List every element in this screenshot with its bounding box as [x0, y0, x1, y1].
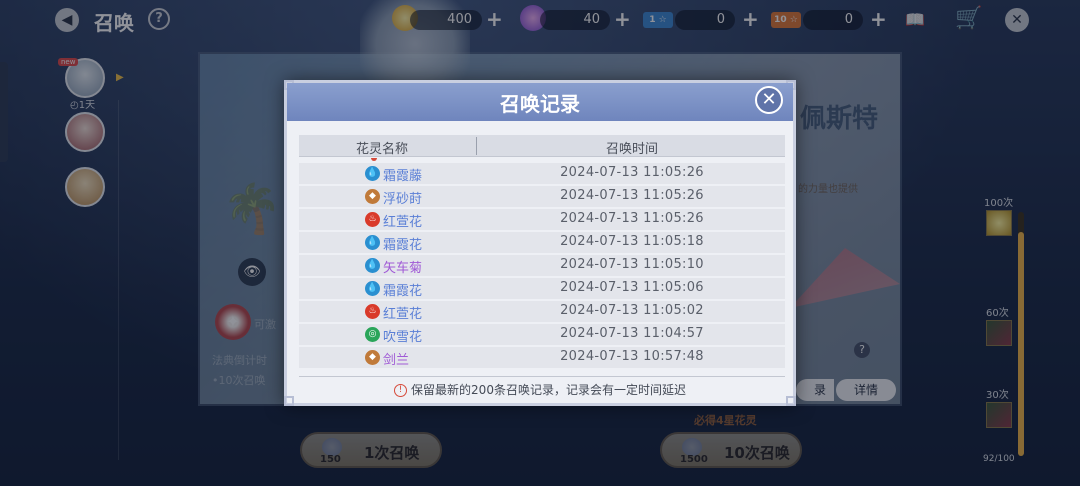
table-row: 💧 霜霞花 2024-07-13 11:05:18 [299, 232, 785, 253]
summon-time: 2024-07-13 11:05:02 [560, 303, 704, 318]
scrolled-row-edge [299, 158, 785, 162]
earth-element-icon: ◆ [365, 189, 380, 204]
table-row: ◎ 吹雪花 2024-07-13 11:04:57 [299, 324, 785, 345]
fire-icon [371, 158, 377, 161]
summon-time: 2024-07-13 11:05:26 [560, 165, 704, 180]
column-header-name: 花灵名称 [355, 142, 408, 157]
table-row: ◆ 剑兰 2024-07-13 10:57:48 [299, 347, 785, 368]
water-element-icon: 💧 [365, 281, 380, 296]
summon-time: 2024-07-13 11:05:10 [560, 257, 704, 272]
footer-divider [299, 376, 785, 377]
dialog-footer: ! 保留最新的200条召唤记录，记录会有一定时间延迟 [287, 381, 793, 398]
flower-name: 矢车菊 [383, 261, 423, 276]
wind-element-icon: ◎ [365, 327, 380, 342]
flower-name: 剑兰 [383, 353, 410, 368]
flower-name: 霜霞藤 [383, 169, 423, 184]
table-header: 花灵名称 召唤时间 [299, 135, 785, 157]
summon-time: 2024-07-13 11:05:06 [560, 280, 704, 295]
water-element-icon: 💧 [365, 258, 380, 273]
flower-name: 吹雪花 [383, 330, 423, 345]
summon-time: 2024-07-13 11:05:26 [560, 188, 704, 203]
table-row: ♨ 红萱花 2024-07-13 11:05:02 [299, 301, 785, 322]
flower-name: 红萱花 [383, 215, 423, 230]
column-header-time: 召唤时间 [605, 142, 658, 157]
warning-icon: ! [394, 384, 408, 397]
table-row: 💧 霜霞藤 2024-07-13 11:05:26 [299, 163, 785, 184]
table-row: ◆ 浮砂莳 2024-07-13 11:05:26 [299, 186, 785, 207]
table-row: 💧 霜霞花 2024-07-13 11:05:06 [299, 278, 785, 299]
dialog-close-icon[interactable]: ✕ [755, 86, 783, 114]
table-row: ♨ 红萱花 2024-07-13 11:05:26 [299, 209, 785, 230]
record-list[interactable]: 💧 霜霞藤 2024-07-13 11:05:26 ◆ 浮砂莳 2024-07-13 11… [299, 163, 785, 370]
summon-time: 2024-07-13 11:04:57 [560, 326, 704, 341]
flower-name: 红萱花 [383, 307, 423, 322]
fire-element-icon: ♨ [365, 212, 380, 227]
fire-element-icon: ♨ [365, 304, 380, 319]
dialog-header: 召唤记录 ✕ [287, 83, 793, 121]
column-divider [476, 137, 477, 155]
summon-record-dialog: 召唤记录 ✕ 花灵名称 召唤时间 💧 霜霞藤 2024-07-13 11:05:26… [284, 80, 796, 406]
earth-element-icon: ◆ [365, 350, 380, 365]
flower-name: 霜霞花 [383, 284, 423, 299]
dialog-title: 召唤记录 [500, 92, 580, 116]
flower-name: 浮砂莳 [383, 192, 423, 207]
summon-time: 2024-07-13 11:05:26 [560, 211, 704, 226]
summon-time: 2024-07-13 10:57:48 [560, 349, 704, 364]
footer-note: 保留最新的200条召唤记录，记录会有一定时间延迟 [411, 383, 686, 397]
flower-name: 霜霞花 [383, 238, 423, 253]
water-element-icon: 💧 [365, 235, 380, 250]
summon-time: 2024-07-13 11:05:18 [560, 234, 704, 249]
water-element-icon: 💧 [365, 166, 380, 181]
table-row: 💧 矢车菊 2024-07-13 11:05:10 [299, 255, 785, 276]
